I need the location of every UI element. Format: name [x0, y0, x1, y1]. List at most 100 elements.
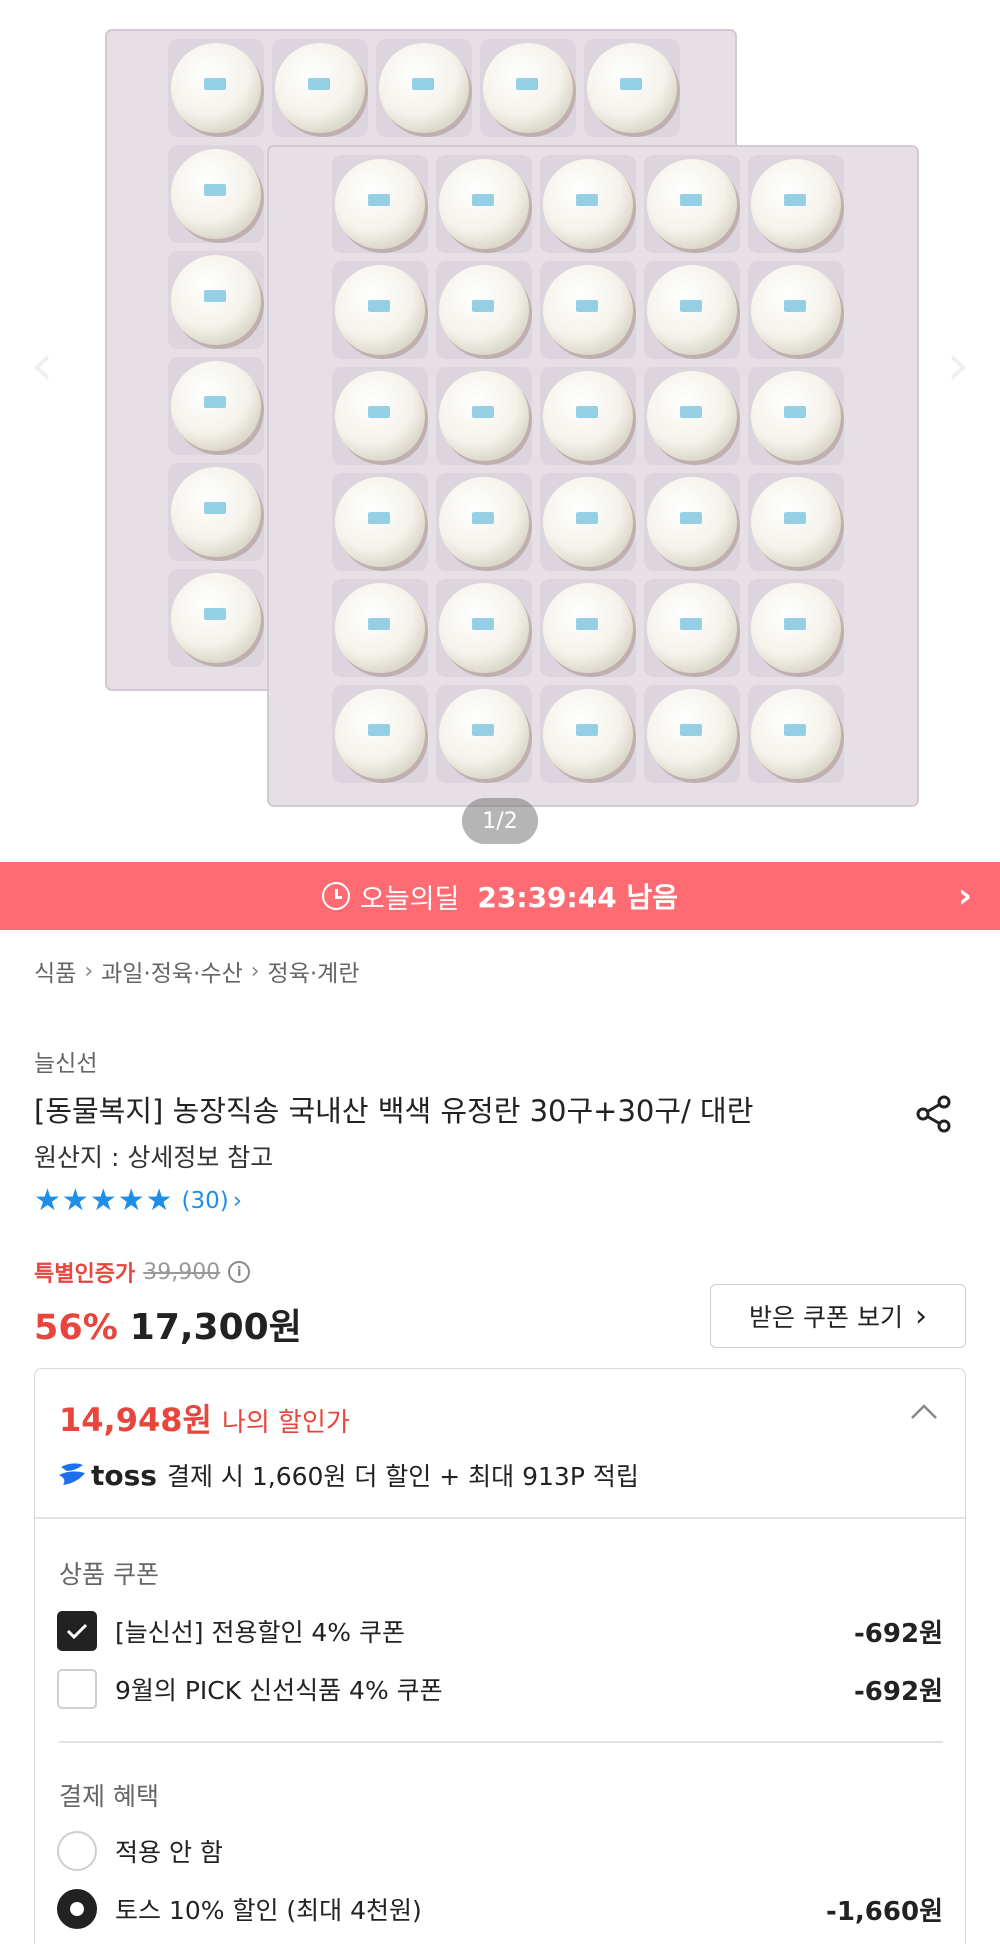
star-icon: ★	[89, 1183, 117, 1218]
egg-stamp	[576, 194, 598, 206]
egg-stamp	[680, 724, 702, 736]
egg-stamp	[784, 618, 806, 630]
egg-stamp	[204, 396, 226, 408]
product-image	[105, 29, 919, 807]
todays-deal-banner[interactable]: 오늘의딜 23:39:44 남음 ›	[0, 862, 1000, 930]
coupon-label: [늘신선] 전용할인 4% 쿠폰	[115, 1618, 406, 1647]
star-icon: ★	[145, 1183, 173, 1218]
chevron-right-icon[interactable]: ›	[233, 1188, 242, 1214]
egg-stamp	[472, 724, 494, 736]
egg-stamp	[784, 300, 806, 312]
prev-image-arrow[interactable]: ‹	[30, 330, 54, 400]
egg-stamp	[784, 512, 806, 524]
chevron-right-icon: ›	[84, 958, 94, 984]
info-icon[interactable]: i	[228, 1261, 251, 1283]
egg-stamp	[680, 194, 702, 206]
share-icon[interactable]	[912, 1092, 956, 1136]
payment-radio[interactable]	[57, 1831, 97, 1871]
egg-stamp	[680, 406, 702, 418]
egg-stamp	[472, 512, 494, 524]
discount-rate: 56%	[34, 1308, 118, 1348]
egg-stamp	[204, 608, 226, 620]
special-price-row: 특별인증가 39,900 i	[34, 1256, 251, 1288]
breadcrumb-item[interactable]: 식품	[34, 954, 76, 988]
rating-summary[interactable]: ★ ★ ★ ★ ★ (30) ›	[34, 1186, 242, 1216]
egg-stamp	[204, 184, 226, 196]
star-icon: ★	[117, 1183, 145, 1218]
egg-stamp	[680, 300, 702, 312]
sale-price: 17,300원	[129, 1307, 302, 1348]
toss-brand: toss	[91, 1458, 157, 1492]
coupon-checkbox[interactable]	[57, 1611, 97, 1651]
check-icon	[66, 1623, 88, 1640]
my-discount-price: 14,948원	[59, 1401, 212, 1439]
egg-stamp	[368, 300, 390, 312]
my-discount-label: 나의 할인가	[221, 1408, 350, 1438]
coupon-label: 9월의 PICK 신선식품 4% 쿠폰	[115, 1676, 443, 1705]
egg-stamp	[516, 78, 538, 90]
coupon-checkbox[interactable]	[57, 1669, 97, 1709]
rating-stars: ★ ★ ★ ★ ★	[34, 1186, 174, 1216]
special-price-label: 특별인증가	[34, 1262, 136, 1287]
star-icon: ★	[61, 1183, 89, 1218]
egg-stamp	[472, 406, 494, 418]
egg-stamp	[204, 502, 226, 514]
egg-stamp	[576, 618, 598, 630]
view-coupons-label: 받은 쿠폰 보기	[749, 1303, 903, 1332]
breadcrumb: 식품 › 과일·정육·수산 › 정육·계란	[34, 954, 360, 988]
deal-label: 오늘의딜	[360, 883, 460, 915]
egg-stamp	[620, 78, 642, 90]
original-price: 39,900	[143, 1259, 221, 1285]
egg-stamp	[784, 406, 806, 418]
coupon-amount: -692원	[854, 1676, 943, 1707]
star-icon: ★	[34, 1183, 61, 1218]
egg-stamp	[576, 406, 598, 418]
my-discount-price-row: 14,948원 나의 할인가	[59, 1395, 350, 1441]
egg-stamp	[680, 512, 702, 524]
toss-logo: toss	[57, 1459, 157, 1492]
payment-option[interactable]: 적용 안 함	[57, 1829, 943, 1873]
egg-stamp	[368, 512, 390, 524]
review-count[interactable]: (30)	[182, 1188, 229, 1214]
egg-stamp	[204, 290, 226, 302]
egg-stamp	[576, 300, 598, 312]
toss-logo-icon	[59, 1463, 85, 1485]
breadcrumb-item[interactable]: 정육·계란	[268, 954, 360, 988]
chevron-up-icon[interactable]	[909, 1399, 939, 1423]
egg-stamp	[576, 724, 598, 736]
egg-stamp	[204, 78, 226, 90]
chevron-right-icon: ›	[914, 1298, 927, 1334]
egg-stamp	[472, 618, 494, 630]
payment-option[interactable]: 토스 10% 할인 (최대 4천원) -1,660원	[57, 1887, 943, 1931]
payment-option-label: 적용 안 함	[115, 1838, 223, 1867]
egg-stamp	[784, 724, 806, 736]
origin-info: 원산지 : 상세정보 참고	[34, 1143, 274, 1172]
toss-benefit-text: 결제 시 1,660원 더 할인 + 최대 913P 적립	[166, 1462, 639, 1491]
chevron-right-icon: ›	[250, 958, 260, 984]
chevron-right-icon[interactable]: ›	[958, 876, 972, 916]
discount-details-panel: 14,948원 나의 할인가 toss 결제 시 1,660원 더 할인 + 최…	[34, 1368, 966, 1944]
next-image-arrow[interactable]: ›	[946, 330, 970, 400]
product-title: [동물복지] 농장직송 국내산 백색 유정란 30구+30구/ 대란	[34, 1094, 754, 1128]
brand-name[interactable]: 늘신선	[34, 1044, 97, 1078]
clock-icon	[322, 882, 351, 910]
payment-option-amount: -1,660원	[826, 1896, 943, 1927]
price-row: 56% 17,300원	[34, 1298, 302, 1350]
egg-stamp	[368, 724, 390, 736]
divider	[35, 1517, 965, 1519]
egg-stamp	[368, 194, 390, 206]
product-coupon-title: 상품 쿠폰	[59, 1560, 159, 1589]
payment-option-label: 토스 10% 할인 (최대 4천원)	[115, 1896, 422, 1925]
egg-stamp	[472, 300, 494, 312]
breadcrumb-item[interactable]: 과일·정육·수산	[101, 954, 243, 988]
payment-radio[interactable]	[57, 1889, 97, 1929]
egg-stamp	[368, 406, 390, 418]
view-coupons-button[interactable]: 받은 쿠폰 보기 ›	[710, 1284, 966, 1348]
egg-stamp	[368, 618, 390, 630]
product-image-gallery[interactable]: ‹ › 1/2	[0, 0, 1000, 862]
egg-stamp	[472, 194, 494, 206]
coupon-option[interactable]: 9월의 PICK 신선식품 4% 쿠폰 -692원	[57, 1667, 943, 1711]
egg-stamp	[576, 512, 598, 524]
payment-benefit-title: 결제 혜택	[59, 1782, 159, 1811]
coupon-option[interactable]: [늘신선] 전용할인 4% 쿠폰 -692원	[57, 1609, 943, 1653]
